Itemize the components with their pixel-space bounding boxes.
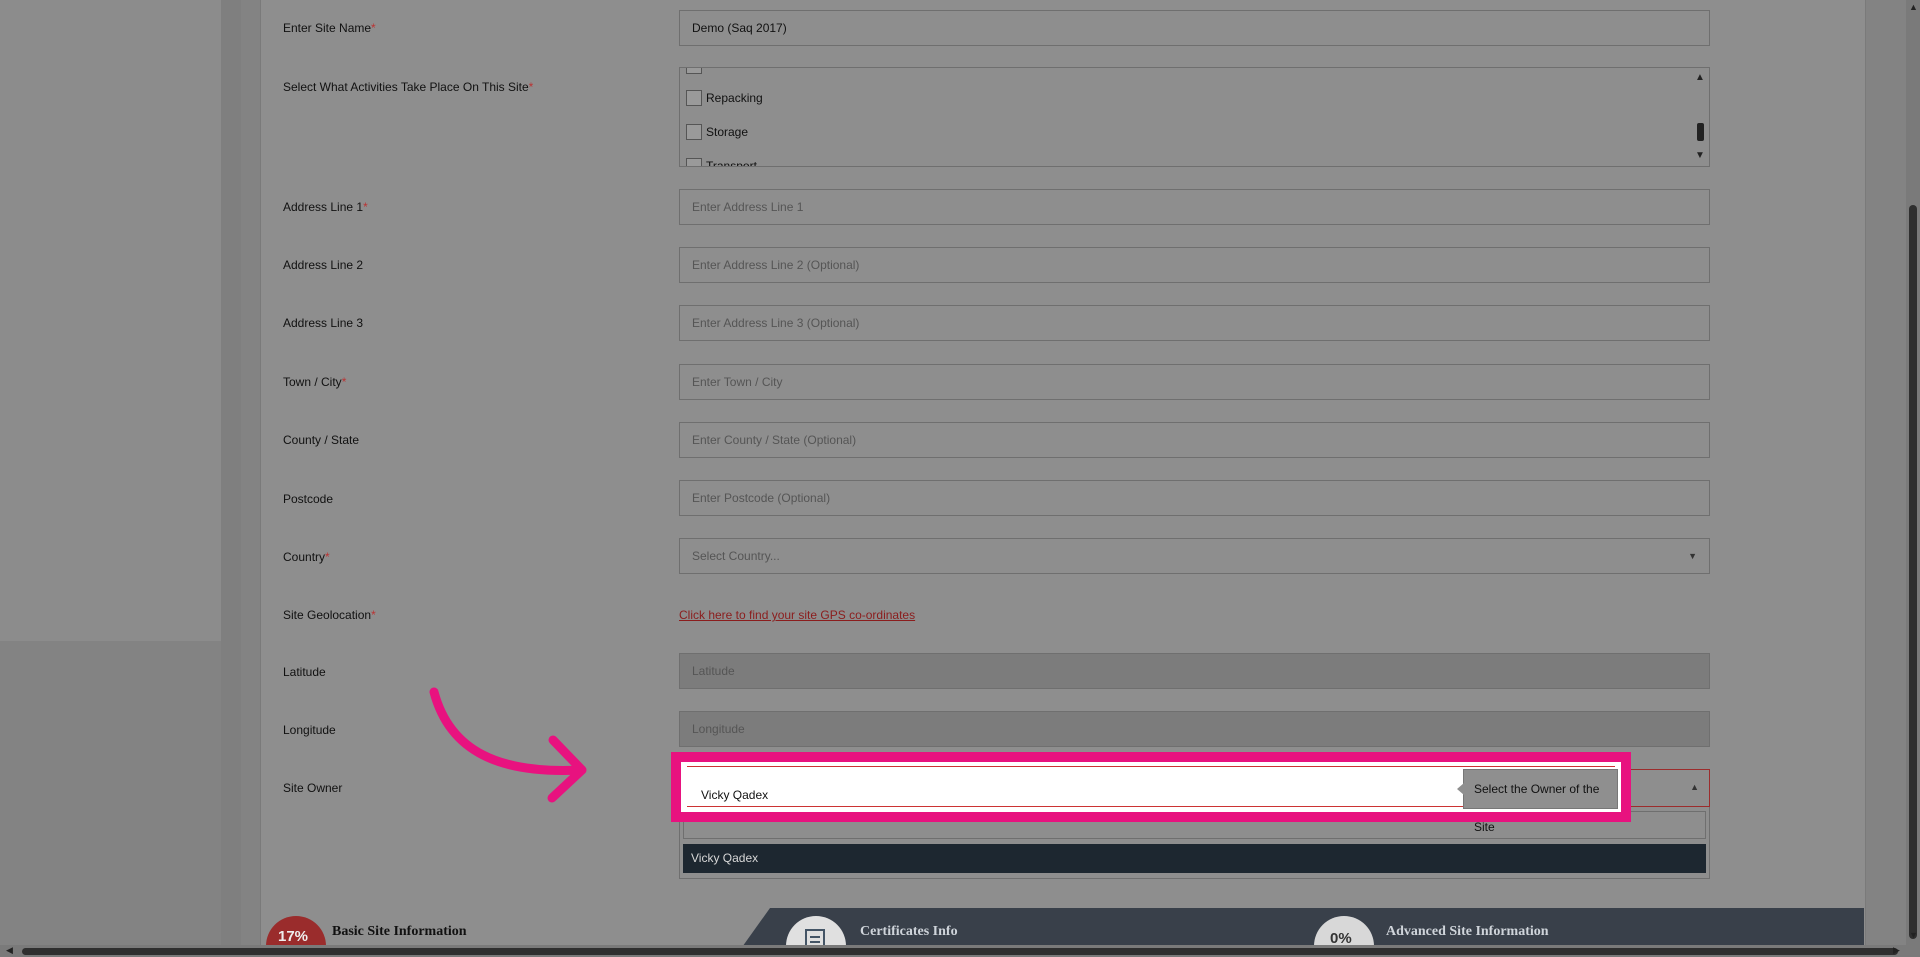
latitude-label: Latitude (283, 665, 326, 679)
town-input[interactable]: Enter Town / City (679, 364, 1710, 400)
scroll-left-icon[interactable]: ◀ (6, 945, 13, 956)
county-label: County / State (283, 433, 360, 447)
town-label: Town / City* (283, 375, 347, 389)
step-basic-info[interactable]: 17% Basic Site Information (262, 908, 742, 950)
scroll-down-icon[interactable]: ▼ (1909, 930, 1918, 940)
checkbox[interactable] (686, 90, 702, 106)
scroll-thumb[interactable] (1697, 123, 1704, 141)
scroll-thumb[interactable] (22, 948, 1898, 955)
county-input[interactable]: Enter County / State (Optional) (679, 422, 1710, 458)
activity-item[interactable] (686, 68, 706, 74)
country-label: Country* (283, 550, 330, 564)
progress-steps: 17% Basic Site Information Certificates … (262, 908, 1864, 950)
latitude-input[interactable]: Latitude (679, 653, 1710, 689)
owner-option[interactable]: Vicky Qadex (683, 844, 1706, 873)
country-select[interactable]: Select Country... ▼ (679, 538, 1710, 574)
gps-link[interactable]: Click here to find your site GPS co-ordi… (679, 608, 915, 622)
activities-list[interactable]: Repacking Storage Transport ▲ ▼ (679, 67, 1710, 167)
step-certificates[interactable]: Certificates Info 0% Advanced Site Infor… (740, 908, 1864, 950)
address1-label: Address Line 1* (283, 200, 368, 214)
scroll-up-icon[interactable]: ▲ (1695, 72, 1705, 83)
scroll-down-icon[interactable]: ▼ (1695, 150, 1705, 161)
activity-item-storage[interactable]: Storage (686, 124, 748, 140)
address2-label: Address Line 2 (283, 258, 364, 272)
site-name-input[interactable]: Demo (Saq 2017) (679, 10, 1710, 46)
postcode-input[interactable]: Enter Postcode (Optional) (679, 480, 1710, 516)
longitude-input[interactable]: Longitude (679, 711, 1710, 747)
site-owner-value[interactable]: Vicky Qadex (701, 788, 768, 802)
checkbox[interactable] (686, 124, 702, 140)
activities-scrollbar[interactable]: ▲ ▼ (1691, 68, 1709, 166)
owner-tooltip: Select the Owner of the Site (1457, 769, 1618, 834)
checkbox[interactable] (686, 158, 702, 166)
activities-label: Select What Activities Take Place On Thi… (283, 80, 534, 94)
scroll-right-icon[interactable]: ▶ (1893, 945, 1900, 956)
activity-item-transport[interactable]: Transport (686, 158, 757, 166)
postcode-label: Postcode (283, 492, 334, 506)
page-vertical-scrollbar[interactable]: ▲ ▼ (1906, 0, 1920, 945)
divider (687, 766, 1615, 767)
scroll-up-icon[interactable]: ▲ (1909, 2, 1918, 12)
site-owner-label: Site Owner (283, 781, 343, 795)
site-name-label: Enter Site Name* (283, 21, 376, 35)
pointer-arrow-icon (429, 687, 587, 803)
longitude-label: Longitude (283, 723, 336, 737)
left-panel (0, 0, 221, 641)
address3-input[interactable]: Enter Address Line 3 (Optional) (679, 305, 1710, 341)
scroll-thumb[interactable] (1909, 205, 1917, 939)
geolocation-label: Site Geolocation* (283, 608, 376, 622)
activity-item-repacking[interactable]: Repacking (686, 90, 763, 106)
address2-input[interactable]: Enter Address Line 2 (Optional) (679, 247, 1710, 283)
chevron-up-icon: ▲ (1690, 782, 1699, 792)
address1-input[interactable]: Enter Address Line 1 (679, 189, 1710, 225)
checkbox[interactable] (686, 68, 702, 74)
chevron-down-icon: ▼ (1688, 551, 1697, 561)
left-gutter (221, 0, 241, 957)
address3-label: Address Line 3 (283, 316, 364, 330)
page-horizontal-scrollbar[interactable]: ◀ ▶ (0, 945, 1920, 957)
